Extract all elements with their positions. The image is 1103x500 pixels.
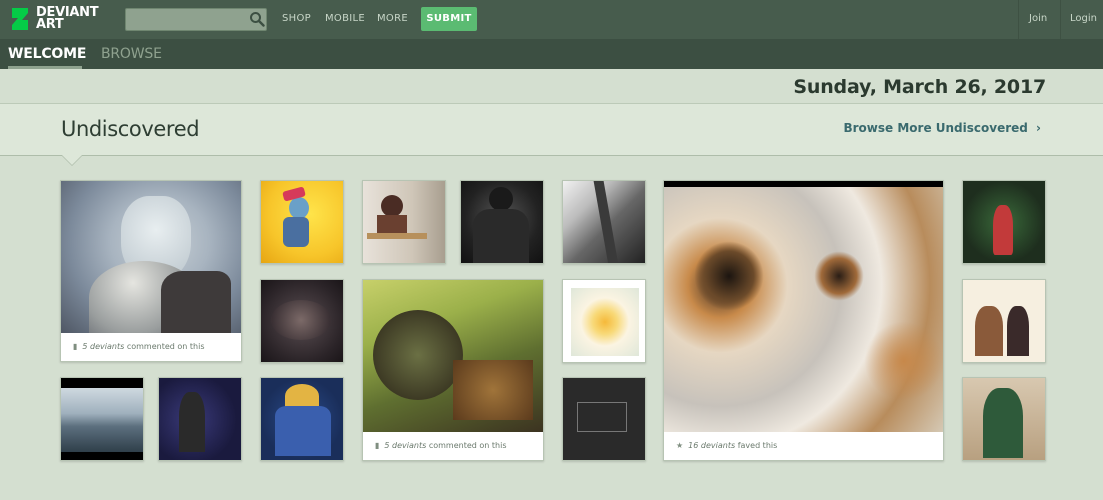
- join-link[interactable]: Join: [1029, 13, 1047, 24]
- thumbnail-image: [261, 280, 343, 362]
- caption-suffix: commented on this: [126, 342, 205, 351]
- thumbnail-image: [563, 181, 645, 263]
- search-input[interactable]: [125, 8, 267, 31]
- thumbnail-image: [563, 378, 645, 460]
- thumbnail-image: [261, 378, 343, 460]
- topbar-divider: [1018, 0, 1019, 39]
- deviantart-logo[interactable]: DEVIANT ART: [10, 5, 99, 33]
- top-bar: DEVIANT ART SHOP MOBILE MORE SUBMIT Join…: [0, 0, 1103, 39]
- thumbnail-image: [963, 181, 1045, 263]
- thumbnail-caption: ▮ 5 deviants commented on this: [61, 333, 241, 361]
- thumbnail[interactable]: [562, 180, 646, 264]
- logo-line-2: ART: [36, 17, 64, 32]
- thumbnail-large[interactable]: ▮ 5 deviants commented on this: [362, 279, 544, 461]
- nav-more[interactable]: MORE: [377, 13, 408, 24]
- active-tab-indicator: [8, 66, 82, 69]
- login-link[interactable]: Login: [1070, 13, 1097, 24]
- thumbnail[interactable]: [460, 180, 544, 264]
- thumbnail-caption: ★ 16 deviants faved this: [664, 432, 943, 460]
- section-title: Undiscovered: [61, 117, 200, 141]
- thumbnail-image: [363, 181, 445, 263]
- deviantart-logo-icon: [12, 8, 28, 30]
- sub-navigation: WELCOME BROWSE: [0, 39, 1103, 69]
- thumbnail[interactable]: [962, 279, 1046, 363]
- thumbnail-image: [461, 181, 543, 263]
- thumbnail[interactable]: [362, 180, 446, 264]
- thumbnail-large[interactable]: ★ 16 deviants faved this: [663, 180, 944, 461]
- tab-welcome[interactable]: WELCOME: [8, 46, 86, 62]
- thumbnail-image: [61, 378, 143, 460]
- comment-icon: ▮: [375, 441, 380, 450]
- thumbnail-image: [963, 280, 1045, 362]
- divider: [0, 155, 1103, 156]
- thumbnail[interactable]: [260, 279, 344, 363]
- caption-suffix: commented on this: [428, 441, 507, 450]
- thumbnail-image: [159, 378, 241, 460]
- topbar-divider: [1060, 0, 1061, 39]
- star-icon: ★: [676, 441, 684, 450]
- thumbnail-image: [261, 181, 343, 263]
- thumbnail[interactable]: [158, 377, 242, 461]
- thumbnail[interactable]: [562, 377, 646, 461]
- thumbnail-image: [664, 181, 943, 433]
- browse-more-label: Browse More Undiscovered: [843, 121, 1028, 135]
- caption-count: 5 deviants: [82, 342, 125, 351]
- submit-button[interactable]: SUBMIT: [421, 7, 477, 31]
- thumbnail-image: [963, 378, 1045, 460]
- thumbnail[interactable]: [962, 377, 1046, 461]
- thumbnail-image: [61, 181, 241, 334]
- tab-browse[interactable]: BROWSE: [101, 46, 162, 62]
- current-date: Sunday, March 26, 2017: [793, 76, 1046, 98]
- thumbnail[interactable]: [962, 180, 1046, 264]
- caption-count: 16 deviants: [688, 441, 736, 450]
- thumbnail[interactable]: [260, 377, 344, 461]
- thumbnail-caption: ▮ 5 deviants commented on this: [363, 432, 543, 460]
- thumbnail-image: [563, 280, 645, 362]
- search-icon[interactable]: [249, 11, 265, 27]
- thumbnail[interactable]: [60, 377, 144, 461]
- thumbnail[interactable]: [562, 279, 646, 363]
- comment-icon: ▮: [73, 342, 78, 351]
- chevron-right-icon: ›: [1036, 121, 1041, 135]
- caption-count: 5 deviants: [384, 441, 427, 450]
- caption-suffix: faved this: [737, 441, 778, 450]
- nav-mobile[interactable]: MOBILE: [325, 13, 365, 24]
- nav-shop[interactable]: SHOP: [282, 13, 311, 24]
- thumbnail[interactable]: [260, 180, 344, 264]
- section-notch: [62, 155, 82, 165]
- thumbnail-image: [363, 280, 543, 433]
- browse-more-link[interactable]: Browse More Undiscovered ›: [843, 121, 1041, 135]
- thumbnail-large[interactable]: ▮ 5 deviants commented on this: [60, 180, 242, 362]
- logo-wordmark: DEVIANT ART: [36, 6, 99, 32]
